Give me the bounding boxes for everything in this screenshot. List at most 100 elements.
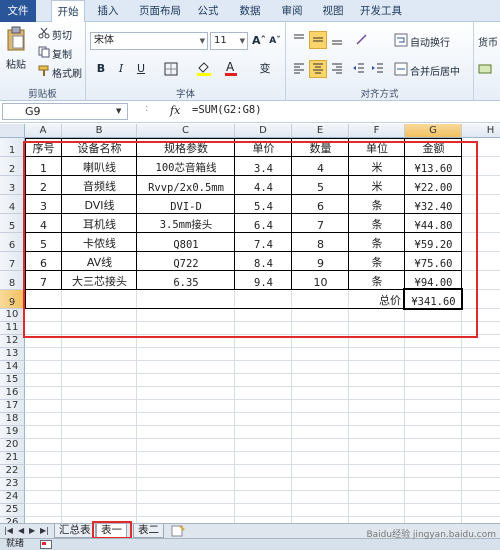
formula-input[interactable]: =SUM(G2:G8)	[192, 104, 262, 116]
column-header[interactable]: G	[405, 124, 462, 138]
wrap-text-button[interactable]: 自动换行	[410, 34, 450, 49]
column-header[interactable]: E	[292, 124, 349, 138]
tab-insert[interactable]: 插入	[93, 0, 123, 22]
name-box[interactable]: G9	[2, 103, 128, 120]
prev-sheet-icon[interactable]: ◀	[18, 526, 24, 535]
shrink-font-button[interactable]: Aˇ	[267, 32, 283, 50]
sheet-tab-table2[interactable]: 表二	[133, 524, 164, 538]
format-painter-button[interactable]: 格式刷	[52, 65, 82, 80]
phonetic-button[interactable]: 变	[256, 60, 274, 78]
next-sheet-icon[interactable]: ▶	[29, 526, 35, 535]
row-header[interactable]: 8	[0, 271, 25, 290]
currency-icon[interactable]	[478, 62, 494, 76]
bold-button[interactable]: B	[92, 60, 110, 78]
row-header[interactable]: 6	[0, 233, 25, 252]
row-header[interactable]: 9	[0, 290, 25, 309]
row-header[interactable]: 10	[0, 309, 25, 322]
italic-button[interactable]: I	[112, 60, 130, 78]
font-group-label: 字体	[175, 89, 195, 100]
row-header[interactable]: 22	[0, 465, 25, 478]
align-top-button[interactable]	[290, 31, 308, 49]
select-all-corner[interactable]	[0, 124, 25, 138]
new-sheet-icon[interactable]	[168, 525, 188, 537]
row-header[interactable]: 18	[0, 413, 25, 426]
tab-home[interactable]: 开始	[51, 0, 85, 23]
grow-font-button[interactable]: Aˆ	[251, 32, 267, 50]
row-header[interactable]: 3	[0, 176, 25, 195]
row-header[interactable]: 4	[0, 195, 25, 214]
row-header[interactable]: 25	[0, 504, 25, 517]
row-header[interactable]: 13	[0, 348, 25, 361]
first-sheet-icon[interactable]: |◀	[4, 526, 13, 535]
tab-data[interactable]: 数据	[235, 0, 265, 22]
row-header[interactable]: 24	[0, 491, 25, 504]
tab-review[interactable]: 审阅	[277, 0, 307, 22]
row-header[interactable]: 7	[0, 252, 25, 271]
orientation-button[interactable]	[352, 31, 374, 49]
worksheet-grid[interactable]: ABCDEFGH 1 2 3 4 5 6 7 8 9 10 11 12 13 14 15 16 17 18 19 20…	[0, 124, 500, 523]
paste-icon[interactable]	[6, 26, 26, 52]
column-header[interactable]: H	[462, 124, 500, 138]
row-header[interactable]: 21	[0, 452, 25, 465]
number-group: 货币	[474, 22, 500, 101]
tab-developer[interactable]: 开发工具	[356, 0, 406, 22]
copy-button[interactable]: 复制	[52, 46, 72, 61]
align-center-button[interactable]	[309, 60, 327, 78]
fill-color-icon[interactable]	[196, 60, 212, 76]
merge-center-button[interactable]: 合并后居中	[410, 63, 460, 78]
gridline	[25, 425, 500, 426]
column-header[interactable]: D	[235, 124, 292, 138]
underline-button[interactable]: U	[132, 60, 150, 78]
decrease-indent-button[interactable]	[350, 60, 368, 78]
chevron-down-icon[interactable]: ▼	[116, 107, 121, 115]
gridline	[25, 451, 500, 452]
row-header[interactable]: 16	[0, 387, 25, 400]
font-color-icon[interactable]: A	[224, 60, 238, 76]
column-header[interactable]: B	[62, 124, 137, 138]
gridline	[25, 412, 500, 413]
align-middle-button[interactable]	[309, 31, 327, 49]
chevron-down-icon: ▼	[199, 37, 205, 45]
row-header[interactable]: 15	[0, 374, 25, 387]
tab-view[interactable]: 视图	[318, 0, 348, 22]
row-header[interactable]: 14	[0, 361, 25, 374]
paste-button[interactable]: 粘贴	[6, 56, 26, 71]
row-header[interactable]: 20	[0, 439, 25, 452]
last-sheet-icon[interactable]: ▶|	[40, 526, 49, 535]
gridline	[25, 347, 500, 348]
column-header[interactable]: C	[137, 124, 235, 138]
increase-indent-button[interactable]	[369, 60, 387, 78]
svg-text:A: A	[226, 60, 235, 74]
borders-icon[interactable]	[164, 62, 178, 76]
row-header[interactable]: 23	[0, 478, 25, 491]
align-left-button[interactable]	[290, 60, 308, 78]
row-header[interactable]: 5	[0, 214, 25, 233]
align-right-icon	[332, 63, 342, 74]
merge-center-icon	[394, 62, 408, 76]
tab-page-layout[interactable]: 页面布局	[135, 0, 185, 22]
tab-file[interactable]: 文件	[0, 0, 36, 22]
tab-formulas[interactable]: 公式	[193, 0, 223, 22]
column-header[interactable]: F	[349, 124, 405, 138]
align-right-button[interactable]	[328, 60, 346, 78]
row-header[interactable]: 19	[0, 426, 25, 439]
row-header[interactable]: 12	[0, 335, 25, 348]
insert-function-button[interactable]: fx	[170, 104, 180, 117]
font-name-select[interactable]: 宋体 ▼	[90, 32, 208, 50]
annotation-highlight-sheet-tab	[92, 521, 132, 539]
row-header[interactable]: 17	[0, 400, 25, 413]
macro-record-icon[interactable]	[40, 540, 52, 549]
formula-bar: G9 ▼ : fx =SUM(G2:G8)	[0, 101, 500, 123]
gridline	[25, 490, 500, 491]
number-format-select[interactable]: 货币	[478, 34, 498, 49]
column-header[interactable]: A	[25, 124, 62, 138]
row-header[interactable]: 1	[0, 138, 25, 157]
wrap-text-icon	[394, 33, 408, 47]
sheet-tab-summary[interactable]: 汇总表	[54, 524, 96, 538]
status-text: 就绪	[6, 539, 25, 549]
cut-button[interactable]: 剪切	[52, 27, 72, 42]
align-bottom-button[interactable]	[328, 31, 346, 49]
font-size-select[interactable]: 11 ▼	[210, 32, 248, 50]
row-header[interactable]: 11	[0, 322, 25, 335]
row-header[interactable]: 2	[0, 157, 25, 176]
